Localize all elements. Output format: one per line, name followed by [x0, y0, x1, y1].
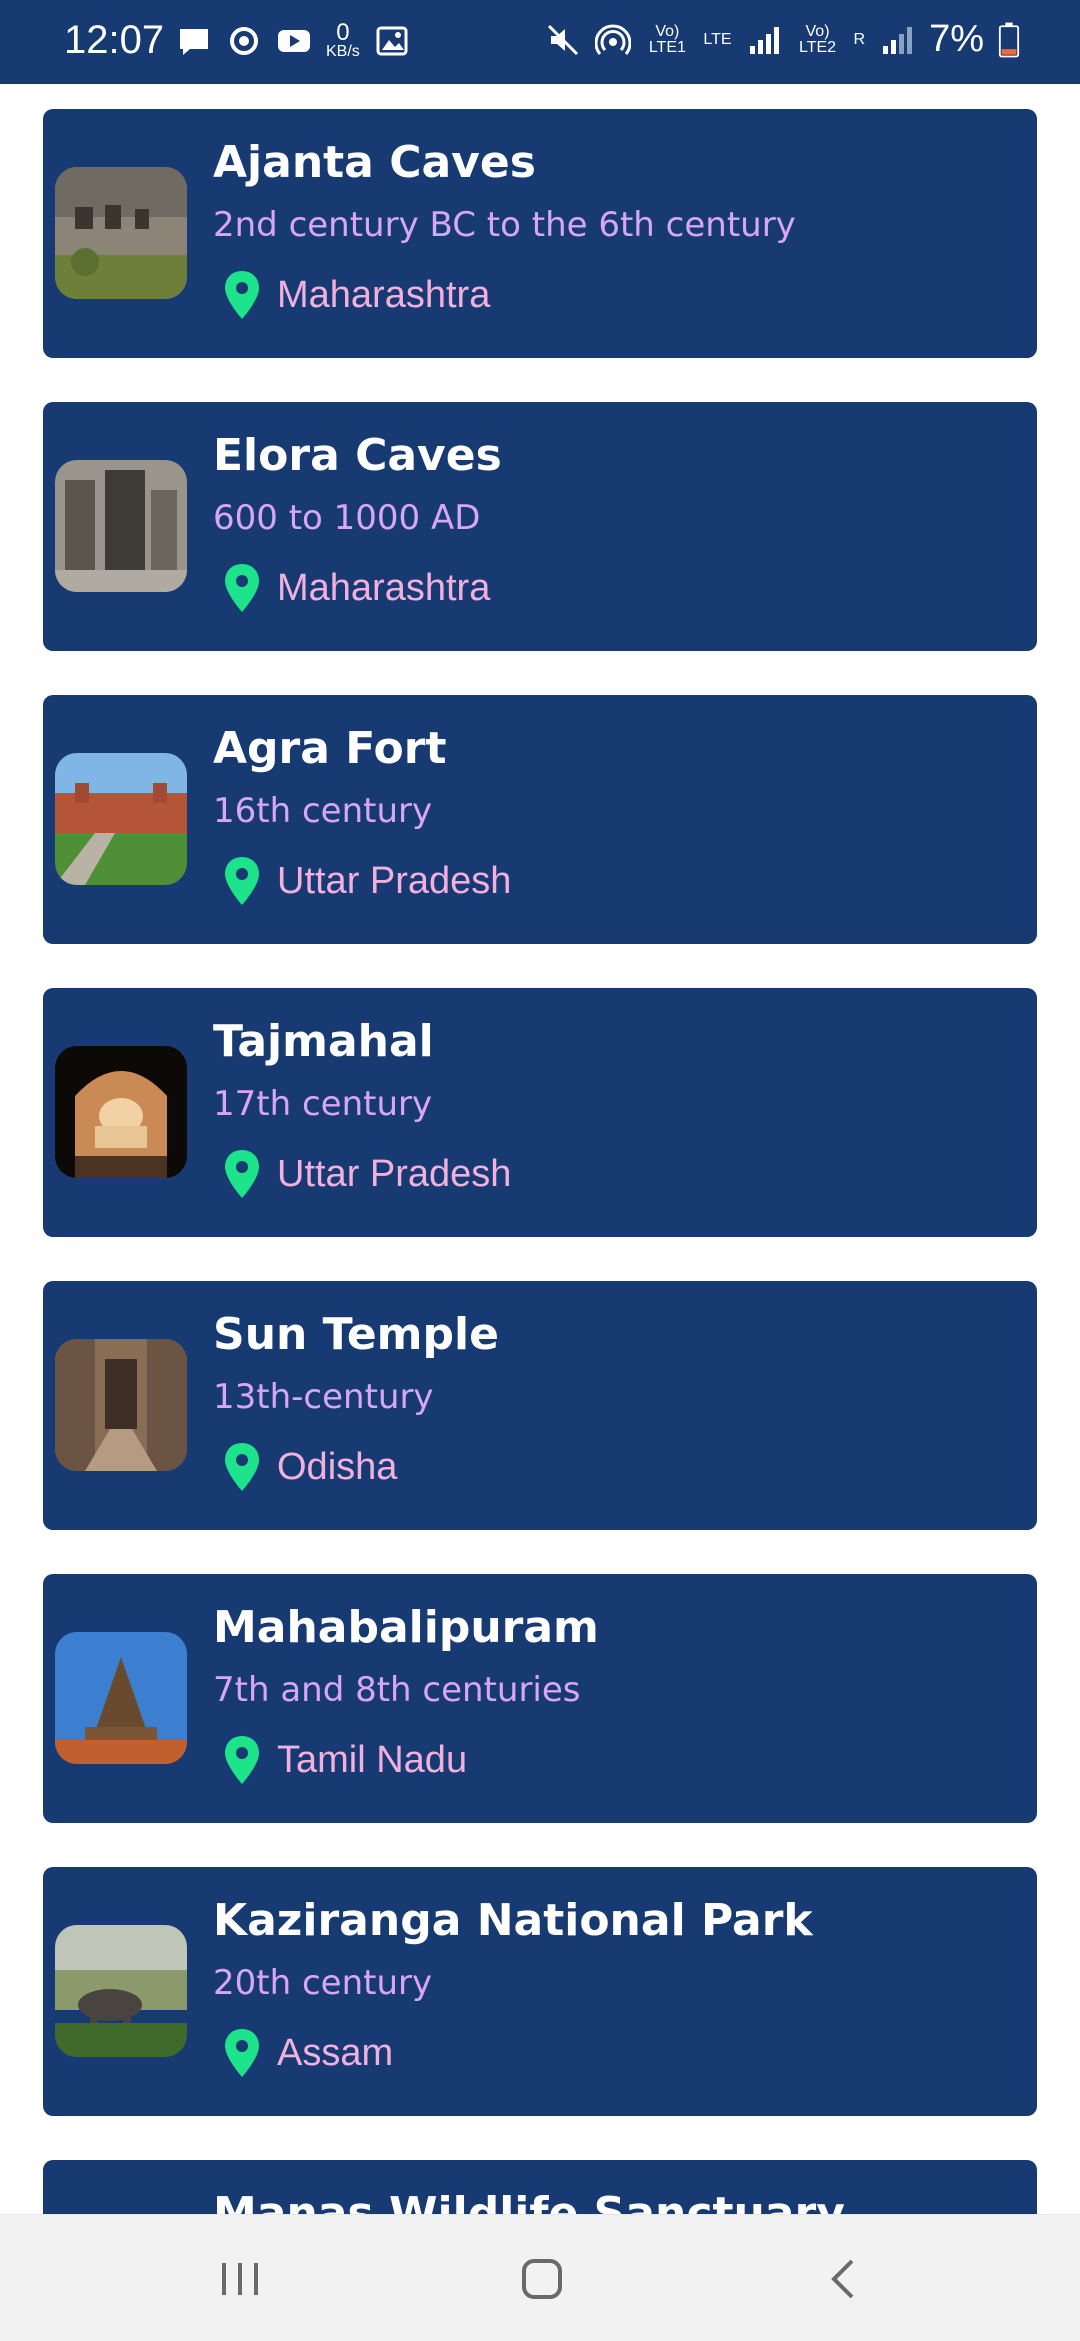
mute-icon [548, 24, 579, 55]
place-card[interactable]: Agra Fort 16th century Uttar Pradesh [43, 695, 1037, 944]
place-title: Ajanta Caves [213, 137, 536, 188]
place-location-row: Assam [223, 2027, 393, 2079]
back-icon[interactable] [814, 2249, 874, 2309]
place-era: 13th-century [213, 1377, 434, 1417]
sim2-label: Vo) LTE2 [796, 22, 840, 56]
location-pin-icon [225, 271, 259, 319]
sim1-label: Vo) LTE1 [645, 22, 689, 56]
navigation-bar [0, 2214, 1080, 2341]
place-card[interactable]: Tajmahal 17th century Uttar Pradesh [43, 988, 1037, 1237]
youtube-icon [278, 30, 310, 52]
place-thumbnail [55, 1339, 187, 1471]
sim1-tech: LTE [703, 30, 732, 48]
location-pin-icon [225, 1150, 259, 1198]
place-title: Tajmahal [213, 1016, 434, 1067]
battery-percent: 7% [929, 18, 984, 60]
place-era: 20th century [213, 1963, 433, 2003]
location-pin-icon [225, 1443, 259, 1491]
sync-icon [230, 27, 258, 55]
place-title: Agra Fort [213, 723, 447, 774]
hotspot-icon [595, 24, 632, 55]
location-pin-icon [225, 564, 259, 612]
place-location: Maharashtra [277, 566, 491, 609]
place-era: 17th century [213, 1084, 433, 1124]
places-list[interactable]: Ajanta Caves 2nd century BC to the 6th c… [0, 84, 1080, 2214]
place-thumbnail [55, 460, 187, 592]
place-location: Tamil Nadu [277, 1738, 468, 1781]
place-card[interactable]: Ajanta Caves 2nd century BC to the 6th c… [43, 109, 1037, 358]
recent-apps-icon[interactable] [210, 2249, 270, 2309]
place-location: Uttar Pradesh [277, 1152, 512, 1195]
place-card[interactable]: Sun Temple 13th-century Odisha [43, 1281, 1037, 1530]
place-card[interactable]: Kaziranga National Park 20th century Ass… [43, 1867, 1037, 2116]
place-title: Kaziranga National Park [213, 1895, 813, 1946]
signal-icon [749, 26, 779, 54]
place-location: Maharashtra [277, 273, 491, 316]
place-location-row: Maharashtra [223, 562, 490, 614]
system-icons: Vo) LTE1 LTE Vo) LTE2 R 7% [545, 18, 1020, 61]
network-speed: 0 KB/s [326, 19, 360, 60]
battery-icon [998, 22, 1020, 57]
gallery-icon [376, 26, 408, 56]
place-card[interactable]: Elora Caves 600 to 1000 AD Maharashtra [43, 402, 1037, 651]
place-location-row: Tamil Nadu [223, 1734, 467, 1786]
place-era: 16th century [213, 791, 433, 831]
place-location: Odisha [277, 1445, 398, 1488]
place-title: Sun Temple [213, 1309, 499, 1360]
network-speed-value: 0 [336, 19, 350, 46]
signal-icon [883, 26, 913, 54]
status-bar: 12:07 0 KB/s Vo) LTE1 LTE Vo) LTE2 R 7% [0, 0, 1080, 84]
location-pin-icon [225, 857, 259, 905]
notification-icons: 0 KB/s [176, 19, 410, 60]
place-location: Assam [277, 2031, 394, 2074]
place-era: 2nd century BC to the 6th century [213, 205, 796, 245]
place-location-row: Uttar Pradesh [223, 855, 511, 907]
place-card[interactable]: Mahabalipuram 7th and 8th centuries Tami… [43, 1574, 1037, 1823]
sim2-text: Vo) LTE2 [798, 22, 837, 56]
place-thumbnail [55, 1925, 187, 2057]
sim2-roaming: R [853, 30, 866, 48]
place-title: Mahabalipuram [213, 1602, 599, 1653]
place-thumbnail [55, 1632, 187, 1764]
home-icon[interactable] [512, 2249, 572, 2309]
place-era: 7th and 8th centuries [213, 1670, 581, 1710]
place-card[interactable]: Manas Wildlife Sanctuary [43, 2160, 1037, 2214]
place-title: Elora Caves [213, 430, 502, 481]
place-location-row: Odisha [223, 1441, 397, 1493]
place-title: Manas Wildlife Sanctuary [213, 2188, 845, 2214]
place-location-row: Maharashtra [223, 269, 490, 321]
network-speed-unit: KB/s [326, 43, 360, 60]
status-time: 12:07 [64, 18, 165, 62]
place-location-row: Uttar Pradesh [223, 1148, 511, 1200]
sim1-text: Vo) LTE1 [648, 22, 686, 56]
location-pin-icon [225, 1736, 259, 1784]
location-pin-icon [225, 2029, 259, 2077]
place-thumbnail [55, 1046, 187, 1178]
place-location: Uttar Pradesh [277, 859, 512, 902]
place-thumbnail [55, 167, 187, 299]
place-thumbnail [55, 753, 187, 885]
place-era: 600 to 1000 AD [213, 498, 481, 538]
message-icon [180, 29, 208, 55]
